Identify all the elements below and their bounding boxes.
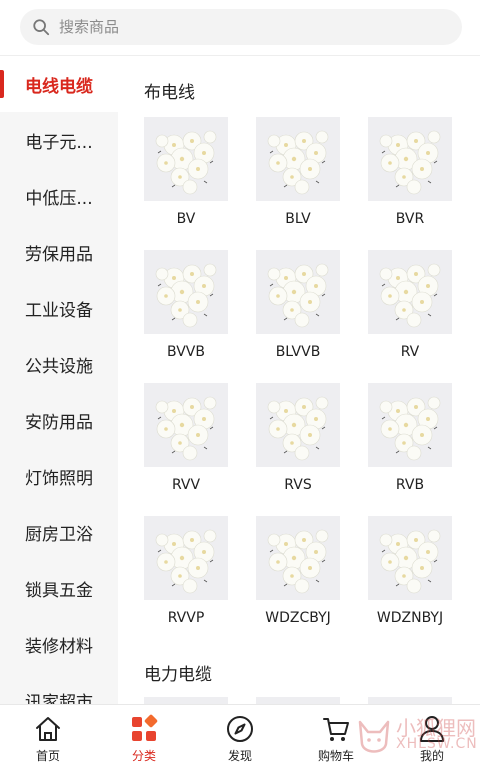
sidebar-item-label: 工业设备 [25,300,93,321]
search-input[interactable] [59,18,419,36]
tab-cart[interactable]: 购物车 [288,705,384,770]
product-label: RVV [171,477,201,493]
product-item[interactable]: RVB [368,383,452,516]
sidebar-item-public-facilities[interactable]: 公共设施 [0,336,118,392]
product-item[interactable]: RVVP [144,516,228,649]
product-image [144,117,228,201]
category-sidebar: 电线电缆 电子元... 中低压... 劳保用品 工业设备 公共设施 安防用品 灯… [0,56,118,704]
product-item[interactable]: BVVB [144,250,228,383]
sidebar-item-label: 劳保用品 [25,244,93,265]
product-image [144,250,228,334]
sidebar-item-label: 讯家超市 [25,692,93,705]
product-image[interactable] [256,697,340,704]
tab-home[interactable]: 首页 [0,705,96,770]
product-item[interactable]: RVV [144,383,228,516]
section-title: 电力电缆 [144,665,212,685]
product-label: WDZNBYJ [376,610,444,626]
product-image [256,250,340,334]
product-label: WDZCBYJ [265,610,331,626]
sidebar-item-locks-hardware[interactable]: 锁具五金 [0,560,118,616]
sidebar-item-label: 电线电缆 [25,76,93,97]
tab-label: 购物车 [317,749,354,763]
sidebar-item-label: 厨房卫浴 [25,524,93,545]
product-image [368,516,452,600]
product-label: BLV [285,211,311,227]
product-label: RV [400,344,420,360]
search-icon [33,19,50,36]
product-item[interactable]: BV [144,117,228,250]
sidebar-item-labor-protection[interactable]: 劳保用品 [0,224,118,280]
sidebar-item-low-voltage[interactable]: 中低压... [0,168,118,224]
product-label: BVVB [167,344,205,360]
tab-label: 分类 [131,749,156,763]
product-label: BV [176,211,196,227]
tab-label: 发现 [227,749,252,763]
product-image [256,516,340,600]
sidebar-item-label: 电子元... [25,132,93,153]
tab-mine[interactable]: 我的 [384,705,480,770]
sidebar-item-label: 中低压... [25,188,93,209]
sidebar-item-label: 锁具五金 [25,580,93,601]
compass-icon [227,716,253,742]
product-item[interactable]: WDZCBYJ [256,516,340,649]
sidebar-item-wire-cable[interactable]: 电线电缆 [0,56,118,112]
search-bar[interactable] [20,9,462,45]
home-icon [36,717,60,741]
sidebar-item-electronic[interactable]: 电子元... [0,112,118,168]
product-label: RVS [284,477,312,493]
sidebar-item-label: 公共设施 [25,356,93,377]
product-grid: BV BLV BVR BVVB BLVVB RV RVV RVS RVB RVV… [144,117,452,649]
tab-label: 首页 [35,749,60,763]
user-icon [420,716,444,742]
product-image [368,383,452,467]
product-item[interactable]: RVS [256,383,340,516]
product-item[interactable]: BLV [256,117,340,250]
product-item[interactable]: BVR [368,117,452,250]
sidebar-item-label: 装修材料 [25,636,93,657]
product-image[interactable] [368,697,452,704]
sidebar-item-label: 灯饰照明 [25,468,93,489]
product-item[interactable]: BLVVB [256,250,340,383]
product-item[interactable]: RV [368,250,452,383]
category-icon [132,714,158,741]
product-image [368,117,452,201]
product-label: RVB [395,477,425,493]
sidebar-item-supermarket[interactable]: 讯家超市 [0,672,118,705]
cart-icon [323,718,349,741]
product-image [368,250,452,334]
product-content: 布电线 BV BLV BVR BVVB BLVVB RV RVV RVS RVB… [118,56,480,704]
product-grid-partial [144,697,452,704]
section-title: 布电线 [144,83,195,103]
product-image[interactable] [144,697,228,704]
product-image [144,516,228,600]
product-image [256,383,340,467]
product-label: RVVP [167,610,205,626]
product-label: BLVVB [275,344,321,360]
product-image [256,117,340,201]
sidebar-item-industrial[interactable]: 工业设备 [0,280,118,336]
product-image [144,383,228,467]
top-bar [0,0,480,56]
sidebar-item-security[interactable]: 安防用品 [0,392,118,448]
product-item[interactable]: WDZNBYJ [368,516,452,649]
bottom-tab-bar: 首页 分类 发现 购物车 我的 [0,704,480,770]
tab-discover[interactable]: 发现 [192,705,288,770]
tab-label: 我的 [419,749,444,763]
sidebar-item-decoration[interactable]: 装修材料 [0,616,118,672]
tab-category[interactable]: 分类 [96,705,192,770]
sidebar-item-label: 安防用品 [25,412,93,433]
product-label: BVR [395,211,425,227]
sidebar-item-lighting[interactable]: 灯饰照明 [0,448,118,504]
sidebar-item-kitchen-bath[interactable]: 厨房卫浴 [0,504,118,560]
